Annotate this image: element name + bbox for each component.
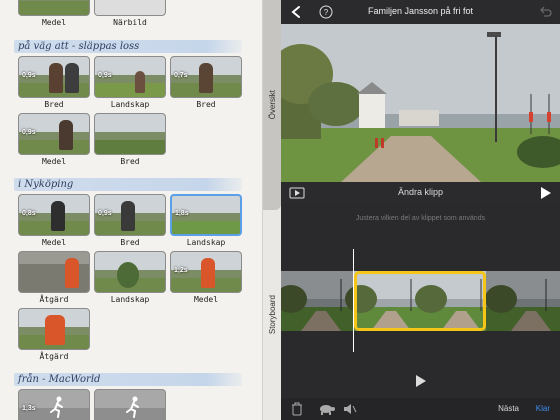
clip-item[interactable]: 0,8s Medel <box>18 194 90 247</box>
clip-title: Ändra klipp <box>397 187 444 197</box>
clip-thumbnail <box>18 251 90 293</box>
back-chevron-icon[interactable] <box>290 5 302 19</box>
clip-thumbnail <box>94 113 166 155</box>
clip-label: Medel <box>41 18 67 27</box>
clip-duration: 0,9s <box>98 72 112 79</box>
clip-thumbnail: 1,8s <box>170 194 242 236</box>
clip-item[interactable]: Bred <box>94 113 166 166</box>
clip-label: Medel <box>41 157 67 166</box>
clip-item[interactable]: 0,9s Medel <box>18 113 90 166</box>
clip-label: Bred <box>44 100 64 109</box>
clip-item[interactable] <box>94 389 166 420</box>
clip-thumbnail: 0,8s <box>18 194 90 236</box>
clip-label: Närbild <box>113 18 147 27</box>
film-icon[interactable] <box>289 187 305 199</box>
trim-handle-left[interactable] <box>354 282 357 320</box>
project-title: Familjen Jansson på fri fot <box>367 6 474 16</box>
clip-item[interactable]: Landskap <box>94 251 166 304</box>
clip-thumbnail: 0,9s <box>18 113 90 155</box>
clip-item[interactable]: 0,9s Bred <box>94 194 166 247</box>
trim-handle-right[interactable] <box>483 282 486 320</box>
clip-item[interactable]: Åtgärd <box>18 251 90 304</box>
clip-duration: 0,9s <box>22 129 36 136</box>
clip-thumbnail <box>18 308 90 350</box>
top-bar: ? Familjen Jansson på fri fot <box>281 0 560 24</box>
volume-icon[interactable] <box>343 403 357 415</box>
turtle-icon[interactable] <box>318 403 336 415</box>
clip-narbild-top[interactable]: Närbild <box>94 0 166 27</box>
clip-thumbnail: 0,9s <box>94 194 166 236</box>
clip-label: Åtgärd <box>39 352 69 361</box>
clip-item[interactable]: 1,2s Medel <box>170 251 242 304</box>
trim-hint: Justera vilken del av klippet som använd… <box>355 215 486 222</box>
tab-storyboard[interactable]: Storyboard <box>263 280 281 360</box>
clip-duration: 0,7s <box>174 72 188 79</box>
clip-item[interactable]: 0,7s Bred <box>170 56 242 109</box>
clip-item[interactable]: 1,3s <box>18 389 90 420</box>
storyboard-panel: Medel Närbild på väg att - släppas loss … <box>0 0 281 420</box>
clip-thumbnail: 0,7s <box>170 56 242 98</box>
clip-duration: 1,2s <box>174 267 188 274</box>
clip-item[interactable]: 0,9s Landskap <box>94 56 166 109</box>
clip-thumbnail: 1,3s <box>18 389 90 420</box>
clip-thumbnail <box>94 0 166 16</box>
clip-duration: 1,8s <box>175 210 189 217</box>
clip-duration: 0,8s <box>22 210 36 217</box>
tab-overview[interactable]: Översikt <box>263 0 281 210</box>
clip-item[interactable]: Åtgärd <box>18 308 90 361</box>
clip-label: Medel <box>193 295 219 304</box>
section-title[interactable]: i Nyköping <box>14 178 242 191</box>
editor-panel: ? Familjen Jansson på fri fot Ändra klip… <box>281 0 560 420</box>
video-preview[interactable] <box>281 24 560 182</box>
clip-item[interactable]: 0,9s Bred <box>18 56 90 109</box>
undo-icon[interactable] <box>538 5 552 19</box>
clip-label: Åtgärd <box>39 295 69 304</box>
clip-timeline[interactable] <box>281 271 560 331</box>
clip-thumbnail: 0,9s <box>18 56 90 98</box>
play-icon[interactable] <box>413 374 427 388</box>
trim-selection[interactable] <box>354 271 486 331</box>
clip-label: Landskap <box>110 295 150 304</box>
section-title[interactable]: på väg att - släppas loss <box>14 40 242 53</box>
clip-duration: 0,9s <box>98 210 112 217</box>
next-button[interactable]: Nästa <box>498 404 519 413</box>
clip-medel-top[interactable]: Medel <box>18 0 90 27</box>
tab-storyboard-label: Storyboard <box>268 295 277 335</box>
clip-label: Bred <box>120 157 140 166</box>
trash-icon[interactable] <box>291 402 303 416</box>
clip-label: Bred <box>120 238 140 247</box>
playhead[interactable] <box>353 249 354 352</box>
runner-icon <box>126 396 139 418</box>
clip-item-selected[interactable]: 1,8s Landskap <box>170 194 242 247</box>
clip-duration: 1,3s <box>22 405 36 412</box>
clip-thumbnail <box>94 251 166 293</box>
done-button[interactable]: Klar <box>536 404 550 413</box>
clip-label: Landskap <box>110 100 150 109</box>
clip-bar: Ändra klipp <box>281 182 560 204</box>
clip-thumbnail: 0,9s <box>94 56 166 98</box>
tab-overview-label: Översikt <box>268 90 277 120</box>
clip-thumbnail <box>94 389 166 420</box>
runner-icon <box>50 396 63 418</box>
clip-label: Medel <box>41 238 67 247</box>
clip-thumbnail: 1,2s <box>170 251 242 293</box>
bottom-toolbar: Nästa Klar <box>281 398 560 420</box>
clip-thumbnail <box>18 0 90 16</box>
section-title[interactable]: från - MacWorld <box>14 373 242 386</box>
preview-scene <box>281 24 560 182</box>
play-icon[interactable] <box>538 186 552 200</box>
clip-duration: 0,9s <box>22 72 36 79</box>
clip-label: Bred <box>196 100 216 109</box>
clip-label: Landskap <box>186 238 226 247</box>
